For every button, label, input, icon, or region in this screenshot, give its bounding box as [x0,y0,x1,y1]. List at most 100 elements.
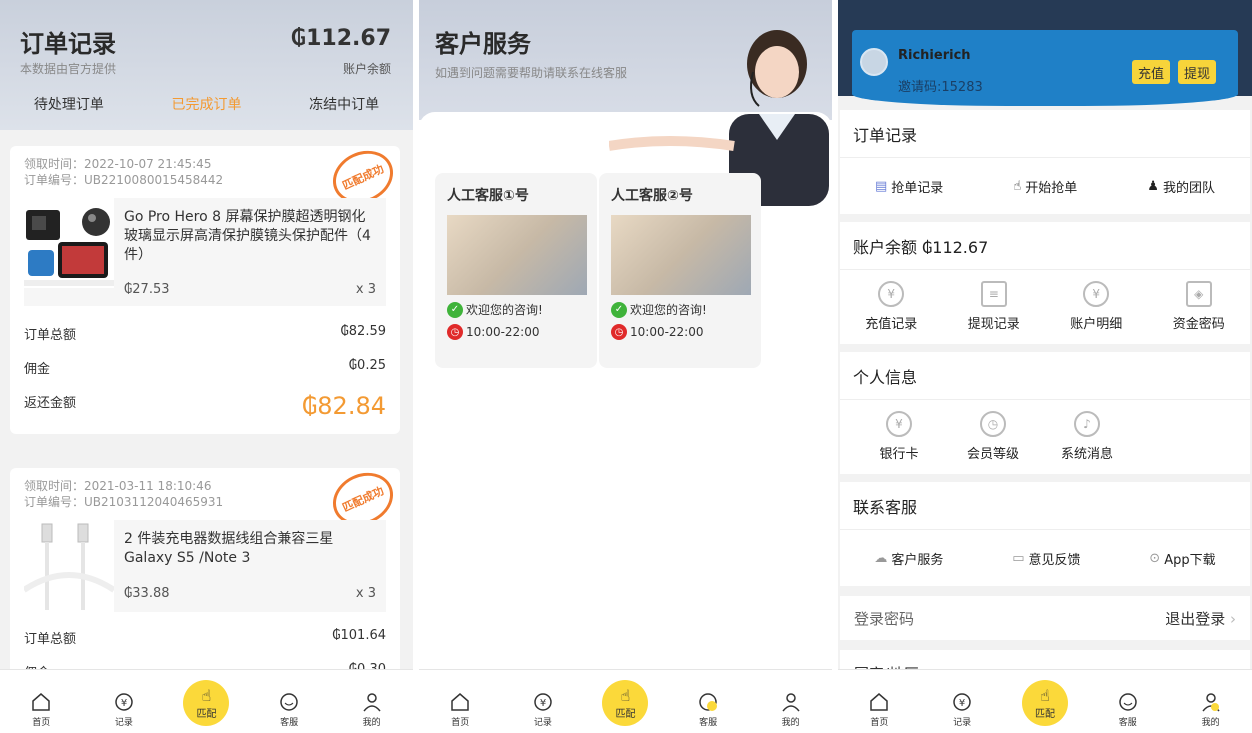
avatar[interactable] [860,48,888,76]
invite-code: 邀请码:15283 [898,80,983,95]
clock-icon: ◷ [980,410,1006,437]
service-agent-card-1[interactable]: 人工客服①号 ✓ 欢迎您的咨询! ◷ 10:00-22:00 [435,173,597,368]
nav-home[interactable]: 首页 [16,691,66,728]
link-label: 我的团队 [1162,180,1215,196]
nav-label: 匹配 [196,709,217,720]
withdraw-button[interactable]: 提现 [1178,60,1217,84]
system-messages-link[interactable]: ♪ 系统消息 [1042,410,1132,462]
clipboard-icon: ≡ [980,280,1007,307]
link-label: App下载 [1164,552,1216,568]
nav-service[interactable]: 客服 [683,691,733,728]
tab-completed[interactable]: 已完成订单 [171,94,241,114]
order-card: 领取时间：2022-10-07 21:45:45 订单编号：UB22100800… [10,141,402,434]
hand-tap-icon: ☝ [620,686,631,705]
app-download-link[interactable]: ⊙ App下载 [1149,549,1215,568]
home-icon [30,691,52,713]
nav-mine[interactable]: 我的 [347,691,397,728]
product-name: Go Pro Hero 8 屏幕保护膜超透明钢化玻璃显示屏高清保护膜镜头保护配件… [124,209,371,263]
nav-label: 匹配 [615,709,636,720]
agent-photo [611,215,751,295]
yen-icon: ¥ [878,280,905,307]
svg-text:¥: ¥ [121,698,127,709]
order-total-row: 订单总额 ₲82.59 [24,324,386,343]
order-links: ▤ 抢单记录 ☝ 开始抢单 ♟ 我的团队 [840,158,1250,214]
agent-greeting: ✓ 欢迎您的咨询! [611,301,749,318]
nav-home[interactable]: 首页 [854,691,904,728]
commission-value: ₲0.25 [348,358,386,373]
withdraw-records-link[interactable]: ≡ 提现记录 [949,280,1039,332]
order-section: 订单记录 ▤ 抢单记录 ☝ 开始抢单 ♟ 我的团队 [840,110,1250,214]
nav-match[interactable]: ☝ 匹配 [181,680,231,728]
return-label: 返还金额 [24,396,77,411]
profile-panel: Richierich 邀请码:15283 充值 提现 订单记录 ▤ 抢单记录 ☝ 开… [838,0,1252,733]
link-label: 充值记录 [865,316,918,332]
nav-match[interactable]: ☝ 匹配 [1020,680,1070,728]
service-agent-card-2[interactable]: 人工客服②号 ✓ 欢迎您的咨询! ◷ 10:00-22:00 [599,173,761,368]
nav-label: 客服 [1118,718,1137,728]
link-label: 客户服务 [891,552,944,568]
nav-label: 记录 [533,718,552,728]
orders-header: 订单记录 本数据由官方提供 ₲112.67 账户余额 待处理订单 已完成订单 冻… [0,0,413,130]
section-title: 联系客服 [840,482,1250,530]
account-details-link[interactable]: ¥ 账户明细 [1051,280,1141,332]
link-label: 账户明细 [1070,316,1123,332]
fund-password-link[interactable]: ◈ 资金密码 [1154,280,1244,332]
match-button[interactable]: ☝ 匹配 [602,680,649,726]
login-password-row[interactable]: 登录密码 退出登录 › [840,596,1250,640]
customer-service-link[interactable]: ☁ 客户服务 [874,549,943,568]
nav-mine[interactable]: 我的 [1186,691,1236,728]
nav-label: 客服 [280,718,299,728]
logout-button[interactable]: 退出登录 › [1165,608,1236,629]
service-panel: 客户服务 如遇到问题需要帮助请联系在线客服 人工客服①号 ✓ 欢迎您的咨询! ◷ 1… [419,0,832,733]
svg-text:¥: ¥ [959,698,965,709]
check-icon: ✓ [611,301,627,318]
tab-pending[interactable]: 待处理订单 [34,94,104,114]
return-value: ₲82.84 [302,392,386,420]
bank-card-link[interactable]: ¥ 银行卡 [854,410,944,462]
tab-frozen[interactable]: 冻结中订单 [309,94,379,114]
page-title: 订单记录 [20,30,116,58]
member-level-link[interactable]: ◷ 会员等级 [948,410,1038,462]
nav-label: 首页 [32,718,51,728]
feedback-icon: ▭ [1012,550,1025,566]
personal-section: 个人信息 ¥ 银行卡 ◷ 会员等级 ♪ 系统消息 [840,352,1250,474]
nav-label: 我的 [1201,718,1220,728]
start-grab-link[interactable]: ☝ 开始抢单 [1013,177,1077,196]
feedback-link[interactable]: ▭ 意见反馈 [1012,549,1080,568]
nav-service[interactable]: 客服 [1103,691,1153,728]
my-team-link[interactable]: ♟ 我的团队 [1147,177,1215,196]
user-icon [1200,691,1222,713]
nav-records[interactable]: ¥ 记录 [518,691,568,728]
order-tabs: 待处理订单 已完成订单 冻结中订单 [0,94,413,114]
nav-mine[interactable]: 我的 [766,691,816,728]
check-icon: ✓ [447,301,463,318]
page-subtitle: 本数据由官方提供 [20,62,117,76]
nav-records[interactable]: ¥ 记录 [99,691,149,728]
recharge-button[interactable]: 充值 [1132,60,1171,84]
nav-home[interactable]: 首页 [435,691,485,728]
login-password-label: 登录密码 [854,609,915,628]
nav-match[interactable]: ☝ 匹配 [600,680,650,728]
order-total-row: 订单总额 ₲101.64 [24,628,386,647]
match-button[interactable]: ☝ 匹配 [183,680,230,726]
yen-icon: ¥ [532,691,554,713]
product-price: ₲27.53 [124,282,170,297]
bottom-nav: 首页 ¥ 记录 ☝ 匹配 客服 我的 [0,669,413,733]
balance-links: ¥ 充值记录 ≡ 提现记录 ¥ 账户明细 ◈ 资金密码 [840,270,1250,342]
order-product[interactable]: Go Pro Hero 8 屏幕保护膜超透明钢化玻璃显示屏高清保护膜镜头保护配件… [24,198,386,306]
orders-panel: 订单记录 本数据由官方提供 ₲112.67 账户余额 待处理订单 已完成订单 冻… [0,0,413,733]
product-price: ₲33.88 [124,586,170,601]
order-product[interactable]: 2 件装充电器数据线组合兼容三星 Galaxy S5 /Note 3 ₲33.8… [22,520,386,612]
match-button[interactable]: ☝ 匹配 [1021,680,1068,726]
link-label: 系统消息 [1060,446,1113,462]
grab-records-link[interactable]: ▤ 抢单记录 [875,177,943,196]
home-icon [449,691,471,713]
yen-icon: ¥ [1083,280,1110,307]
chat-icon [278,691,300,713]
nav-records[interactable]: ¥ 记录 [937,691,987,728]
recharge-records-link[interactable]: ¥ 充值记录 [846,280,936,332]
user-icon [361,691,383,713]
product-name: 2 件装充电器数据线组合兼容三星 Galaxy S5 /Note 3 [124,531,334,566]
link-label: 开始抢单 [1025,180,1078,196]
nav-service[interactable]: 客服 [264,691,314,728]
